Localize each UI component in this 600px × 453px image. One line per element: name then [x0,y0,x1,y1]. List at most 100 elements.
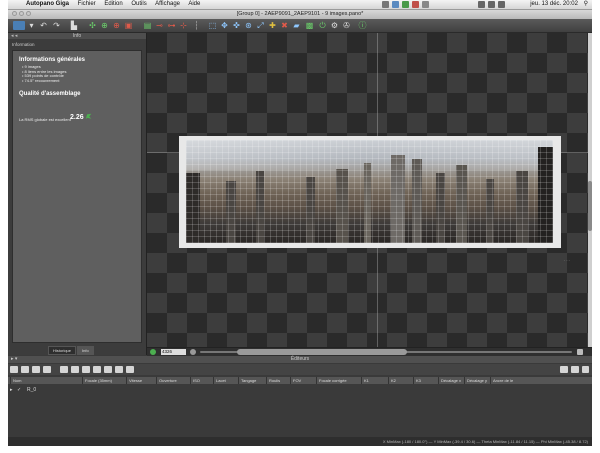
menu-list: Autopano Giga Fichier Edition Outils Aff… [26,0,207,9]
zoom-reset-icon[interactable] [150,349,156,355]
editor-view-icon[interactable] [560,366,568,373]
zoom-apply-icon[interactable] [190,349,196,355]
column-header[interactable]: K3 [413,377,421,384]
panorama-grid [186,140,553,243]
settings-icon[interactable]: ⚙ [330,21,339,30]
editor-view-icon[interactable] [571,366,579,373]
tab-historique[interactable]: Historique [48,346,77,355]
layer-icon[interactable]: ▤ [143,21,152,30]
editor-tool-icon[interactable] [115,366,123,373]
wifi-icon[interactable] [478,1,485,8]
column-header[interactable]: ISO [190,377,200,384]
canvas-vertical-scrollbar[interactable] [588,33,592,347]
histogram-icon[interactable]: ▙ [68,21,80,30]
editor-panel-header: ▸ ▾ Éditeurs [8,356,592,363]
mask-icon[interactable]: ✖ [280,21,289,30]
straighten-icon[interactable]: ⊹ [179,21,188,30]
panorama-canvas[interactable]: - - - [147,33,588,347]
general-info-title: Informations générales [19,57,86,63]
menu-fichier[interactable]: Fichier [78,1,96,7]
column-header[interactable]: FOV [290,377,301,384]
help-icon[interactable]: ⓘ [358,21,367,30]
menu-outils[interactable]: Outils [131,1,146,7]
editor-tool-icon[interactable] [82,366,90,373]
window-titlebar: [Group 0] - 2AEP9091_2AEP9101 - 9 images… [8,10,592,19]
column-header[interactable]: Ouverture [156,377,177,384]
panorama-preview[interactable] [179,136,561,248]
column-header[interactable]: Décalage x [438,377,461,384]
separator-icon: ┆ [194,21,199,30]
column-header[interactable]: Focale corrigée [316,377,347,384]
tools-icon[interactable]: ✇ [342,21,351,30]
battery-icon[interactable] [498,1,505,8]
app-window: Autopano Giga Fichier Edition Outils Aff… [8,0,592,446]
editor-tool-icon[interactable] [21,366,29,373]
tray-app-icon[interactable] [382,1,389,8]
window-title: [Group 0] - 2AEP9091_2AEP9101 - 9 images… [236,11,364,17]
tab-info[interactable]: Info [77,346,94,355]
pan-icon[interactable]: ⊛ [244,21,253,30]
horizon-icon[interactable]: ⊸ [155,21,164,30]
menu-aide[interactable]: Aide [188,1,200,7]
editor-tool-icon[interactable] [10,366,18,373]
column-header[interactable]: Vitesse [126,377,142,384]
undo-icon[interactable]: ↶ [39,21,48,30]
volume-icon[interactable] [488,1,495,8]
column-header[interactable]: Lacet [213,377,226,384]
column-header[interactable]: Nom [10,377,21,384]
column-header[interactable]: K1 [361,377,369,384]
status-text: X MinMax (-180 / 180.0°) — Y MinMax (-39… [382,439,588,444]
tray-app-icon[interactable] [392,1,399,8]
column-header[interactable]: Tangage [238,377,256,384]
tray-app-icon[interactable] [412,1,419,8]
export-icon[interactable]: ▩ [305,21,314,30]
rotate-icon[interactable]: ✜ [232,21,241,30]
column-header[interactable]: Roulis [266,377,280,384]
editor-tool-icon[interactable] [71,366,79,373]
scrollbar-thumb[interactable] [588,181,592,231]
panel-toggle-icon[interactable] [13,21,25,30]
tray-app-icon[interactable] [422,1,429,8]
editor-tool-icon[interactable] [104,366,112,373]
target-icon[interactable]: ⊕ [100,21,109,30]
dropdown-icon[interactable]: ▾ [27,21,36,30]
table-row[interactable]: ▸ ✓ R_0 [8,386,592,394]
menu-affichage[interactable]: Affichage [155,1,180,7]
tray-app-icon[interactable] [402,1,409,8]
render-icon[interactable]: ⏻ [318,21,327,30]
menu-edition[interactable]: Edition [104,1,122,7]
move-icon[interactable]: ✥ [220,21,229,30]
editor-panel-title: Éditeurs [290,356,310,362]
editor-tool-icon[interactable] [60,366,68,373]
fit-view-icon[interactable] [577,349,583,355]
menu-app-name[interactable]: Autopano Giga [26,1,69,7]
column-header[interactable]: Décalage y [464,377,487,384]
expand-icon[interactable]: ▸ [10,386,13,394]
zoom-field[interactable]: 4326 [161,349,186,355]
spotlight-icon[interactable]: ⚲ [584,1,588,7]
editor-tool-icon[interactable] [43,366,51,373]
crop-icon[interactable]: ▣ [124,21,133,30]
vertical-icon[interactable]: ⊶ [167,21,176,30]
editor-tool-icon[interactable] [126,366,134,373]
info-panel-header: ◂ ◂ Info [8,33,146,39]
color-icon[interactable]: ✚ [268,21,277,30]
column-header[interactable]: K2 [388,377,396,384]
select-icon[interactable]: ⬚ [208,21,217,30]
status-bar: X MinMax (-180 / 180.0°) — Y MinMax (-39… [8,437,592,446]
editor-view-icon[interactable] [582,366,589,373]
preview-icon[interactable]: ▰ [292,21,301,30]
clock[interactable]: jeu. 13 déc. 20:02 [530,1,578,7]
fit-icon[interactable]: ⤢ [256,21,265,30]
row-checkbox[interactable]: ✓ [17,386,21,394]
redo-icon[interactable]: ↷ [52,21,61,30]
crosshair-icon[interactable]: ⊕ [112,21,121,30]
horizontal-scroll-thumb[interactable] [237,349,407,355]
row-name: R_0 [27,387,37,393]
column-header[interactable]: Focale (35mm) [82,377,112,384]
editor-tool-icon[interactable] [32,366,40,373]
zoom-bar: 4326 [147,347,592,356]
control-points-icon[interactable]: ✣ [88,21,97,30]
column-header[interactable]: Ancre de le [490,377,513,384]
editor-tool-icon[interactable] [93,366,101,373]
